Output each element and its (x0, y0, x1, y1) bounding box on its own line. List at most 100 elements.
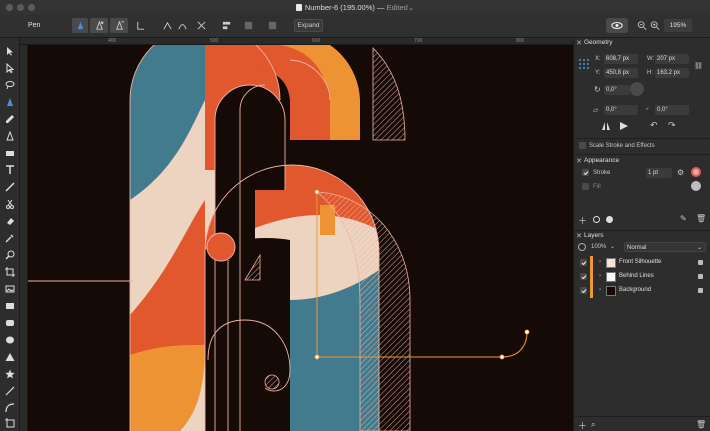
lock-icon[interactable] (698, 288, 703, 293)
stroke-width-field[interactable]: 1 pt (646, 168, 672, 178)
paint-brush-tool[interactable] (3, 180, 17, 194)
zoom-out-button[interactable] (637, 18, 647, 33)
move-tool[interactable] (3, 44, 17, 58)
tools-panel (0, 38, 20, 431)
rotate-right-icon[interactable]: ↷ (668, 120, 676, 131)
trash-icon[interactable]: 🗑 (696, 214, 706, 223)
vector-brush-tool[interactable] (3, 129, 17, 143)
shear-field[interactable]: 0,0° (604, 105, 638, 115)
width-field[interactable]: 207 px (655, 54, 689, 64)
height-field[interactable]: 163,2 px (655, 68, 689, 78)
sharp-node-button[interactable] (160, 18, 174, 33)
document-canvas[interactable] (28, 45, 573, 431)
anchor-grid-icon[interactable] (578, 58, 590, 70)
layer-visibility-checkbox[interactable] (580, 259, 587, 266)
blend-mode-select[interactable]: Normal ⌄ (624, 242, 706, 252)
zoom-tool[interactable] (3, 248, 17, 262)
brush-style-icon[interactable]: ✎ (680, 214, 687, 223)
stroke-color-swatch[interactable] (691, 167, 701, 177)
rounded-rectangle-tool[interactable] (3, 316, 17, 330)
close-icon[interactable]: ✕ (574, 39, 584, 47)
fill-checkbox[interactable] (582, 183, 589, 190)
crop-tool[interactable] (3, 265, 17, 279)
scale-stroke-checkbox[interactable] (579, 142, 586, 149)
rotate-left-icon[interactable]: ↶ (650, 120, 658, 131)
chevron-down-icon[interactable]: ⌄ (408, 3, 414, 12)
opacity-field[interactable]: 100% (591, 244, 606, 250)
geometry-panel-header[interactable]: ✕ Geometry (574, 38, 710, 47)
h-label: H: (647, 70, 653, 76)
view-mode-button[interactable] (606, 18, 628, 33)
star-tool[interactable] (3, 367, 17, 381)
w-label: W: (647, 56, 655, 62)
spiral-end-shape[interactable] (264, 374, 280, 390)
artboard-tool[interactable] (3, 416, 17, 430)
color-picker-tool[interactable] (3, 231, 17, 245)
expand-button[interactable]: Expand (294, 19, 323, 32)
text-tool[interactable] (3, 163, 17, 177)
ellipse-tool[interactable] (3, 333, 17, 347)
align-nodes-button[interactable] (218, 18, 234, 33)
scissors-tool[interactable] (3, 197, 17, 211)
distribute-button[interactable] (240, 18, 256, 33)
add-icon[interactable]: ＋ (578, 214, 587, 227)
pen-tool[interactable] (3, 95, 17, 109)
zoom-in-button[interactable] (650, 18, 660, 33)
layers-panel-header[interactable]: ✕ Layers (574, 231, 710, 240)
zoom-level-field[interactable]: 195% (664, 19, 692, 32)
layer-visibility-checkbox[interactable] (580, 273, 587, 280)
search-icon[interactable]: ⌕ (591, 420, 595, 430)
break-curve-button[interactable] (194, 18, 208, 33)
flip-horizontal-icon[interactable] (601, 121, 611, 131)
close-icon[interactable]: ✕ (574, 232, 584, 240)
fill-tool[interactable] (3, 146, 17, 160)
corner-field[interactable]: 0,0° (655, 105, 689, 115)
delete-layer-icon[interactable]: 🗑 (696, 420, 706, 429)
triangle-tool[interactable] (3, 350, 17, 364)
lasso-tool[interactable] (3, 78, 17, 92)
lock-icon[interactable] (698, 274, 703, 279)
rotation-field[interactable]: 0,0° (604, 85, 630, 95)
layer-visibility-checkbox[interactable] (580, 287, 587, 294)
smart-mode-button[interactable] (90, 18, 108, 33)
add-stroke-icon[interactable] (593, 216, 600, 223)
edited-status[interactable]: Edited (387, 3, 408, 12)
round-dot-shape[interactable] (206, 232, 236, 262)
polygon-mode-button[interactable] (110, 18, 128, 33)
check-icon (581, 274, 586, 279)
add-fill-icon[interactable] (606, 216, 613, 223)
close-icon[interactable]: ✕ (574, 157, 584, 165)
layer-row[interactable]: › Background (574, 284, 710, 298)
line-angle-icon (136, 21, 144, 30)
fill-color-swatch[interactable] (691, 181, 701, 191)
y-position-field[interactable]: 450,8 px (604, 68, 638, 78)
line-tool[interactable] (3, 384, 17, 398)
layer-row[interactable]: › Behind Lines (574, 270, 710, 284)
flip-vertical-icon[interactable] (619, 121, 629, 131)
expand-arrow-icon[interactable]: › (599, 287, 601, 293)
x-position-field[interactable]: 608,7 px (604, 54, 638, 64)
smooth-node-button[interactable] (175, 18, 189, 33)
chevron-down-icon[interactable]: ⌄ (610, 243, 615, 250)
node-tool[interactable] (3, 61, 17, 75)
lock-icon[interactable] (698, 260, 703, 265)
rectangle-tool[interactable] (3, 299, 17, 313)
join-button[interactable] (264, 18, 280, 33)
arc-tool[interactable] (3, 401, 17, 415)
expand-arrow-icon[interactable]: › (599, 273, 601, 279)
layer-row[interactable]: › Front Silhouette (574, 256, 710, 270)
line-mode-button[interactable] (132, 18, 148, 33)
pencil-tool[interactable] (3, 112, 17, 126)
link-aspect-icon[interactable]: ⛓ (694, 62, 703, 70)
gear-icon[interactable]: ⚙ (677, 168, 684, 177)
expand-arrow-icon[interactable]: › (599, 259, 601, 265)
appearance-panel-header[interactable]: ✕ Appearance (574, 156, 710, 165)
hatched-top-shape[interactable] (372, 47, 406, 141)
number-six-artwork[interactable] (28, 45, 573, 431)
stroke-checkbox[interactable] (582, 169, 589, 176)
rotation-dial[interactable] (630, 82, 644, 96)
eraser-tool[interactable] (3, 214, 17, 228)
place-image-tool[interactable] (3, 282, 17, 296)
add-layer-icon[interactable]: ＋ (578, 419, 587, 431)
pen-mode-button[interactable] (72, 18, 88, 33)
